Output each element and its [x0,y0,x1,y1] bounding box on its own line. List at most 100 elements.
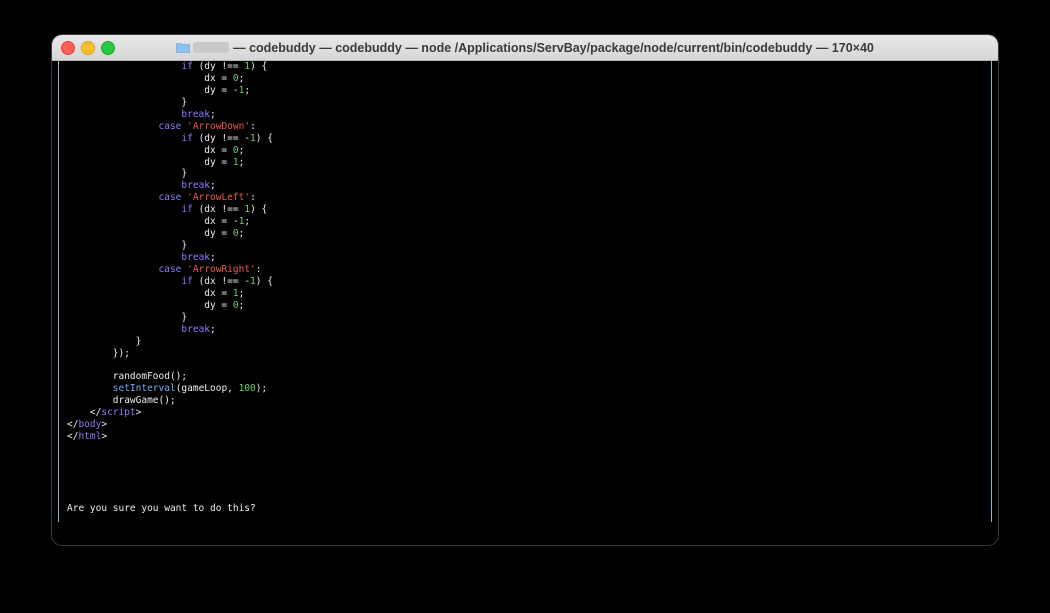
window-title-container: — codebuddy — codebuddy — node /Applicat… [52,35,998,60]
code-line: } [67,240,991,252]
code-token: </ [67,407,102,419]
code-line: </html> [67,431,991,443]
code-line: </script> [67,407,991,419]
code-token: dy = [67,228,233,240]
code-token: ; [210,108,216,120]
code-token: (dy !== - [192,132,251,144]
code-token: break [181,252,210,263]
code-token: html [78,431,102,443]
code-token: case [158,263,182,275]
code-token: ; [238,299,245,311]
code-line: </body> [67,419,991,431]
code-token: dx = - [67,216,239,228]
code-line: drawGame(); [67,395,991,407]
code-token: (dx !== - [192,275,251,287]
code-token: ; [238,287,245,299]
code-line: break; [67,324,991,336]
code-token: break [181,108,210,120]
code-line: break; [67,109,991,121]
code-token: case [158,192,182,204]
code-line: case 'ArrowLeft': [67,192,991,204]
code-token: } [67,240,188,252]
code-token: ; [210,252,216,263]
code-line: dy = 1; [67,157,991,169]
code-token: ; [238,72,245,84]
code-token: ) { [255,275,273,287]
code-token: ; [238,228,245,240]
code-token: dy = [67,156,233,168]
code-line: }); [67,348,991,360]
code-token: dx = [67,72,233,84]
code-line: dy = -1; [67,85,991,97]
code-token: </ [67,431,79,443]
code-line: setInterval(gameLoop, 100); [67,383,991,395]
code-token: : [250,120,256,132]
terminal-window: — codebuddy — codebuddy — node /Applicat… [52,35,998,545]
code-line: break; [67,180,991,192]
code-token: case [158,120,182,132]
terminal-content[interactable]: if (dy !== 1) { dx = 0; dy = -1; } break… [58,61,992,523]
code-token: dx = [67,287,233,299]
code-token: ; [210,323,216,335]
code-line: dx = -1; [67,216,991,228]
code-output: if (dy !== 1) { dx = 0; dy = -1; } break… [59,61,991,443]
code-line: } [67,97,991,109]
code-token: 100 [238,383,256,395]
code-token: dx = [67,144,233,156]
code-token: ; [210,180,216,192]
code-token: (gameLoop, [175,383,239,395]
code-token: > [101,419,108,431]
code-token: (dx !== [192,204,245,216]
code-token: 'ArrowRight' [187,263,256,275]
code-token: ); [255,383,268,395]
code-token: randomFood(); [67,371,188,383]
code-line: if (dy !== -1) { [67,133,991,145]
code-token: : [255,263,262,275]
code-token: dy = - [67,84,239,96]
code-token: : [250,192,256,204]
code-line: } [67,312,991,324]
code-line: } [67,336,991,348]
code-token: if [181,61,193,72]
code-line: if (dx !== -1) { [67,276,991,288]
code-line: dx = 0; [67,73,991,85]
code-line: case 'ArrowRight': [67,264,991,276]
code-line: dy = 0; [67,300,991,312]
code-token: </ [67,419,79,431]
code-token: 'ArrowLeft' [187,192,251,204]
window-title: — codebuddy — codebuddy — node /Applicat… [233,40,874,55]
code-token: script [101,407,136,419]
window-bottom-padding [52,522,998,545]
folder-icon [176,43,190,53]
code-line: dy = 0; [67,228,991,240]
code-line: } [67,168,991,180]
code-token: }); [67,347,130,359]
code-token: drawGame(); [67,395,176,407]
code-line: dx = 0; [67,145,991,157]
code-token: (dy !== [192,61,245,72]
code-token: ; [238,144,245,156]
code-token: > [101,431,108,443]
code-token: } [67,311,188,323]
code-token: } [67,168,188,180]
code-token: dy = [67,299,233,311]
redacted-user-name [193,42,230,53]
code-token: ) { [255,132,273,144]
code-token: ; [244,84,251,96]
code-line: randomFood(); [67,371,991,383]
code-token: } [67,96,188,108]
title-bar[interactable]: — codebuddy — codebuddy — node /Applicat… [52,35,998,61]
code-token: } [67,335,142,347]
code-line: dx = 1; [67,288,991,300]
code-token: setInterval [112,383,176,395]
